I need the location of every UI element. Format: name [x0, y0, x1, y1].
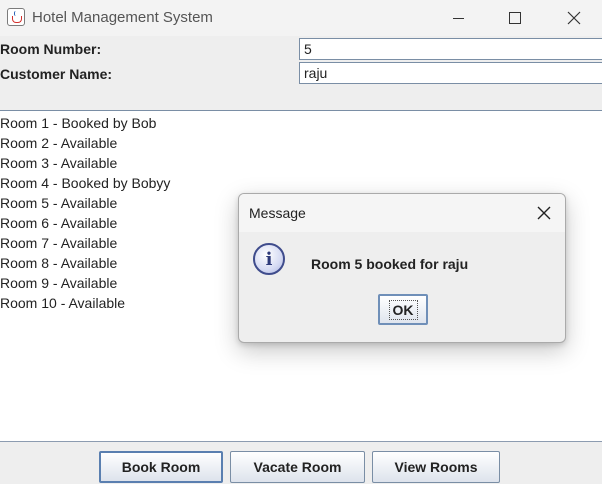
minimize-button[interactable] [430, 0, 486, 36]
list-item[interactable]: Room 2 - Available [0, 134, 602, 154]
dialog-title: Message [249, 205, 306, 221]
ok-button-label: OK [388, 299, 418, 320]
customer-name-label: Customer Name: [0, 66, 113, 82]
booking-form: Room Number: Customer Name: [0, 36, 602, 111]
book-room-button[interactable]: Book Room [99, 451, 223, 483]
ok-button[interactable]: OK [378, 294, 428, 325]
dialog-close-button[interactable] [531, 200, 557, 226]
maximize-icon [509, 12, 521, 24]
close-window-button[interactable] [546, 0, 602, 36]
dialog-title-bar: Message [239, 194, 565, 232]
information-icon: i [253, 243, 285, 275]
close-icon [567, 11, 581, 25]
list-item[interactable]: Room 4 - Booked by Bobyy [0, 174, 602, 194]
list-item[interactable]: Room 1 - Booked by Bob [0, 114, 602, 134]
maximize-button[interactable] [487, 0, 543, 36]
view-rooms-button[interactable]: View Rooms [372, 451, 500, 483]
close-icon [537, 206, 551, 220]
room-number-field[interactable] [299, 38, 602, 60]
title-bar: Hotel Management System [0, 0, 602, 36]
button-bar: Book Room Vacate Room View Rooms [0, 441, 602, 484]
minimize-icon [452, 17, 464, 19]
customer-name-field[interactable] [299, 62, 602, 84]
message-dialog: Message i Room 5 booked for raju OK [238, 193, 566, 343]
java-cup-icon [7, 8, 25, 26]
dialog-message: Room 5 booked for raju [311, 256, 469, 272]
vacate-room-button[interactable]: Vacate Room [230, 451, 365, 483]
room-number-label: Room Number: [0, 41, 102, 57]
window-title: Hotel Management System [32, 9, 213, 26]
list-item[interactable]: Room 3 - Available [0, 154, 602, 174]
